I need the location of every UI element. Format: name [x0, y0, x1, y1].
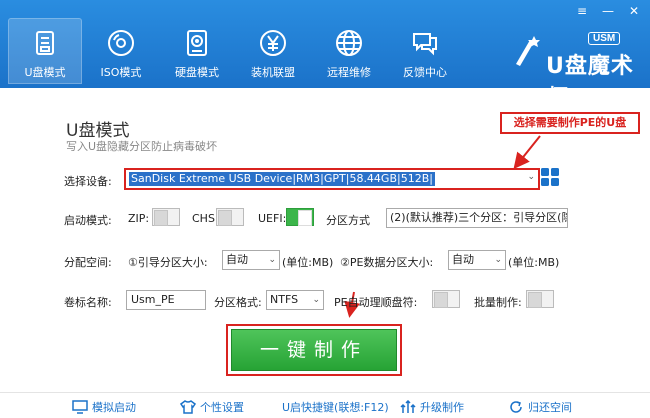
- boot-size-value: 自动: [226, 253, 248, 266]
- tshirt-icon: [180, 400, 196, 414]
- close-button[interactable]: ✕: [626, 4, 642, 18]
- footer-label: 模拟启动: [92, 401, 136, 414]
- windows-tiles-icon[interactable]: [540, 167, 560, 187]
- nav-feedback[interactable]: 反馈中心: [388, 18, 462, 84]
- nav-iso-mode[interactable]: ISO模式: [84, 18, 158, 84]
- nav-label: 装机联盟: [251, 66, 295, 79]
- nav-usb-mode[interactable]: U盘模式: [8, 18, 82, 84]
- format-value: NTFS: [270, 293, 299, 306]
- footer-label: 个性设置: [200, 401, 244, 414]
- footer-personal-settings[interactable]: 个性设置: [180, 399, 244, 415]
- main-panel: U盘模式 写入U盘隐藏分区防止病毒破坏 选择需要制作PE的U盘 选择设备: Sa…: [0, 88, 650, 418]
- chevron-down-icon: ⌄: [527, 172, 535, 182]
- footer-label: U启快捷键(联想:F12): [282, 401, 389, 414]
- chat-bubble-icon: [413, 33, 437, 56]
- restore-icon: [510, 401, 522, 413]
- yuan-coin-icon: [260, 30, 286, 56]
- one-click-make-button[interactable]: 一键制作: [231, 329, 397, 371]
- zip-toggle[interactable]: [152, 208, 180, 226]
- nav-label: U盘模式: [24, 66, 66, 79]
- pe-size-label: ②PE数据分区大小:: [340, 256, 434, 269]
- chs-toggle[interactable]: [216, 208, 244, 226]
- footer-bar: 模拟启动 个性设置 U启快捷键(联想:F12) 升级制作 归还空间: [0, 392, 650, 418]
- device-label: 选择设备:: [64, 175, 112, 188]
- annotation-callout: 选择需要制作PE的U盘: [500, 112, 640, 134]
- nav-label: 远程维修: [327, 66, 371, 79]
- space-label: 分配空间:: [64, 256, 112, 269]
- boot-size-select[interactable]: 自动 ⌄: [222, 250, 280, 270]
- nav-label: ISO模式: [100, 66, 142, 79]
- batch-label: 批量制作:: [474, 296, 522, 309]
- zip-label: ZIP:: [128, 212, 150, 225]
- chevron-down-icon: ⌄: [494, 255, 502, 265]
- volume-name-input[interactable]: Usm_PE: [126, 290, 206, 310]
- boot-mode-label: 启动模式:: [64, 214, 112, 227]
- monitor-icon: [72, 400, 88, 414]
- boot-unit-label: (单位:MB): [282, 256, 334, 269]
- format-label: 分区格式:: [214, 296, 262, 309]
- footer-hotkey[interactable]: U启快捷键(联想:F12): [282, 399, 389, 415]
- page-subtitle: 写入U盘隐藏分区防止病毒破坏: [66, 140, 218, 153]
- pe-drive-toggle[interactable]: [432, 290, 460, 308]
- batch-toggle[interactable]: [526, 290, 554, 308]
- footer-simulate-boot[interactable]: 模拟启动: [72, 399, 136, 415]
- disc-icon: [108, 30, 134, 56]
- partition-method-select[interactable]: (2)(默认推荐)三个分区：引导分区(隐: [386, 208, 568, 228]
- footer-upgrade[interactable]: 升级制作: [400, 399, 464, 415]
- chevron-down-icon: ⌄: [268, 255, 276, 265]
- uefi-label: UEFI:: [258, 212, 287, 225]
- main-nav: U盘模式 ISO模式 硬盘模式 装机联盟 远程维修 反馈中心: [8, 18, 464, 84]
- nav-install-union[interactable]: 装机联盟: [236, 18, 310, 84]
- nav-disk-mode[interactable]: 硬盘模式: [160, 18, 234, 84]
- footer-label: 归还空间: [528, 401, 572, 414]
- chs-label: CHS:: [192, 212, 219, 225]
- volume-label: 卷标名称:: [64, 296, 112, 309]
- boot-size-label: ①引导分区大小:: [128, 256, 208, 269]
- pe-drive-label: PE自动理顺盘符:: [334, 296, 418, 309]
- app-logo: USM U盘魔术师: [508, 30, 638, 111]
- make-button-highlight: 一键制作: [226, 324, 402, 376]
- minimize-button[interactable]: —: [600, 4, 616, 18]
- header-bar: ≡ — ✕ U盘模式 ISO模式 硬盘模式 装机联盟 远程维修 反馈中心 USM…: [0, 0, 650, 111]
- partition-method-label: 分区方式: [326, 214, 370, 227]
- wand-logo-icon: [516, 36, 540, 66]
- nav-label: 硬盘模式: [175, 66, 219, 79]
- upgrade-icon: [400, 400, 416, 413]
- footer-restore-space[interactable]: 归还空间: [508, 399, 572, 415]
- usm-badge: USM: [588, 32, 621, 45]
- nav-remote-repair[interactable]: 远程维修: [312, 18, 386, 84]
- uefi-toggle[interactable]: [286, 208, 314, 226]
- globe-icon: [336, 30, 362, 56]
- pe-size-value: 自动: [452, 253, 474, 266]
- pe-size-select[interactable]: 自动 ⌄: [448, 250, 506, 270]
- arrow-to-device: [513, 135, 541, 170]
- chevron-down-icon: ⌄: [312, 295, 320, 305]
- menu-icon[interactable]: ≡: [574, 4, 590, 18]
- usb-drive-icon: [36, 31, 54, 55]
- device-select[interactable]: SanDisk Extreme USB Device|RM3|GPT|58.44…: [124, 168, 540, 190]
- partition-method-value: (2)(默认推荐)三个分区：引导分区(隐: [390, 211, 568, 224]
- device-value: SanDisk Extreme USB Device|RM3|GPT|58.44…: [129, 172, 435, 186]
- nav-label: 反馈中心: [403, 66, 447, 79]
- format-select[interactable]: NTFS ⌄: [266, 290, 324, 310]
- hard-disk-icon: [187, 30, 207, 56]
- pe-unit-label: (单位:MB): [508, 256, 560, 269]
- footer-label: 升级制作: [420, 401, 464, 414]
